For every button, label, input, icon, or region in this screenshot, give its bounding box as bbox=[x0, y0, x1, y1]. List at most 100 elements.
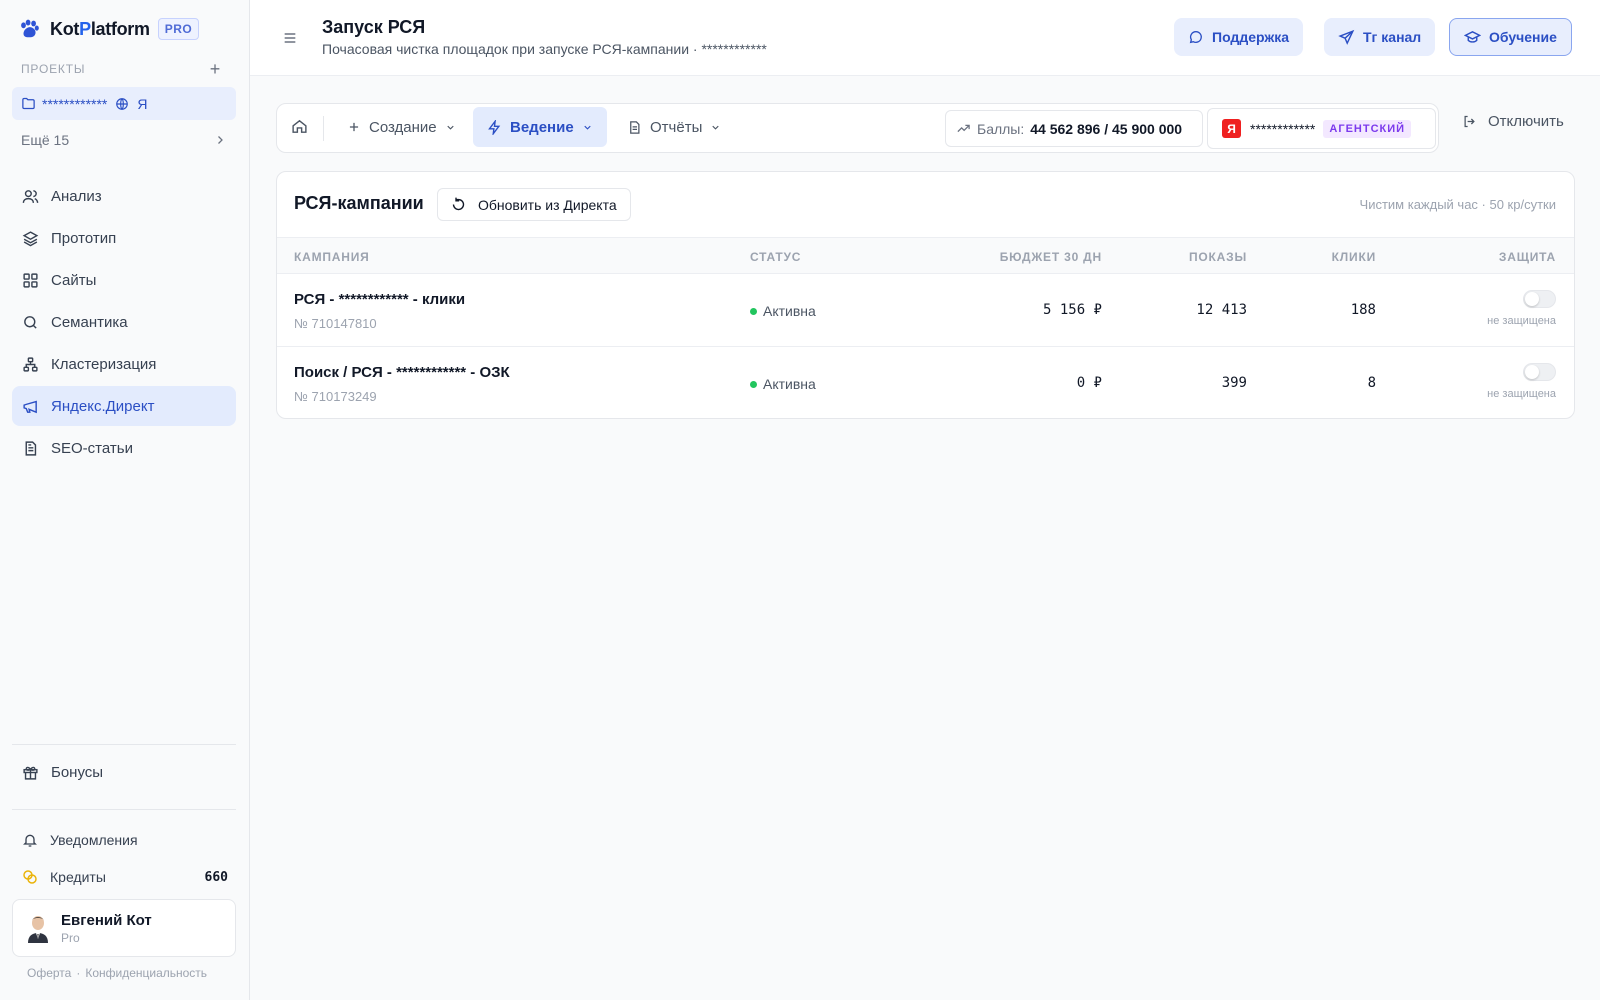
clicks-value: 188 bbox=[1350, 302, 1376, 318]
grid-icon bbox=[23, 272, 38, 288]
sidebar-item-label: SEO-статьи bbox=[51, 439, 133, 457]
status-label: Активна bbox=[763, 376, 816, 392]
account-selector[interactable]: Я ************ АГЕНТСКИЙ bbox=[1207, 108, 1436, 149]
telegram-label: Тг канал bbox=[1363, 29, 1422, 45]
table-row[interactable]: Поиск / РСЯ - ************ - ОЗК № 71017… bbox=[277, 348, 1574, 418]
create-label: Создание bbox=[369, 118, 437, 136]
status-dot bbox=[750, 380, 757, 388]
campaign-id: № 710173249 bbox=[294, 389, 377, 404]
education-button[interactable]: Обучение bbox=[1449, 18, 1572, 56]
home-icon[interactable] bbox=[291, 118, 308, 135]
offer-link[interactable]: Оферта bbox=[27, 966, 71, 980]
sidebar-item-label: Сайты bbox=[51, 271, 97, 289]
projects-heading: ПРОЕКТЫ bbox=[21, 62, 86, 76]
campaign-name[interactable]: Поиск / РСЯ - ************ - ОЗК bbox=[294, 364, 510, 381]
notifications-link[interactable]: Уведомления bbox=[12, 825, 236, 855]
sidebar-item-label: Бонусы bbox=[51, 763, 104, 781]
protection-status: не защищена bbox=[1487, 315, 1556, 327]
credits-link[interactable]: Кредиты 660 bbox=[12, 862, 236, 892]
notifications-label: Уведомления bbox=[50, 832, 138, 848]
balance-label: Баллы: bbox=[977, 120, 1025, 137]
sidebar: KotPlatform PRO ПРОЕКТЫ + ************ Я… bbox=[0, 0, 250, 1000]
protection-toggle[interactable] bbox=[1523, 290, 1556, 308]
column-clicks: КЛИКИ bbox=[1331, 250, 1376, 264]
coins-icon bbox=[23, 870, 37, 884]
current-project[interactable]: ************ Я bbox=[12, 87, 236, 120]
support-button[interactable]: Поддержка bbox=[1174, 18, 1304, 56]
page-subtitle: Почасовая чистка площадок при запуске РС… bbox=[322, 41, 767, 57]
reports-menu[interactable]: Отчёты bbox=[613, 107, 735, 147]
logout-icon bbox=[1464, 115, 1475, 128]
sidebar-item-label: Яндекс.Директ bbox=[51, 397, 155, 415]
column-campaign: КАМПАНИЯ bbox=[294, 250, 370, 264]
sidebar-item-sites[interactable]: Сайты bbox=[12, 260, 236, 300]
column-budget: БЮДЖЕТ 30 ДН bbox=[999, 250, 1102, 264]
page-title: Запуск РСЯ bbox=[322, 17, 426, 37]
paw-logo-icon bbox=[21, 19, 39, 38]
toolbar-divider bbox=[323, 116, 324, 141]
bell-icon bbox=[23, 834, 37, 847]
sidebar-item-semantics[interactable]: Семантика bbox=[12, 302, 236, 342]
table-row[interactable]: РСЯ - ************ - клики № 710147810 А… bbox=[277, 275, 1574, 347]
globe-icon bbox=[116, 97, 129, 110]
disconnect-button[interactable]: Отключить bbox=[1462, 113, 1564, 130]
campaign-id: № 710147810 bbox=[294, 316, 377, 331]
menu-icon[interactable] bbox=[282, 30, 298, 46]
folder-icon bbox=[22, 97, 35, 110]
campaigns-card: РСЯ-кампании Обновить из Директа Чистим … bbox=[276, 171, 1575, 419]
lightning-icon bbox=[488, 119, 501, 135]
more-label: Ещё 15 bbox=[21, 132, 70, 148]
sidebar-item-seo-articles[interactable]: SEO-статьи bbox=[12, 428, 236, 468]
reports-label: Отчёты bbox=[650, 118, 703, 136]
trend-up-icon bbox=[957, 124, 970, 133]
balance-display: Баллы: 44 562 896 / 45 900 000 bbox=[945, 110, 1203, 147]
sidebar-item-prototype[interactable]: Прототип bbox=[12, 218, 236, 258]
brand-name: KotPlatform bbox=[50, 18, 150, 39]
sidebar-item-analysis[interactable]: Анализ bbox=[12, 176, 236, 216]
privacy-link[interactable]: Конфиденциальность bbox=[85, 966, 207, 980]
user-card[interactable]: Евгений Кот Pro bbox=[12, 899, 236, 957]
status-badge: Активна bbox=[750, 376, 816, 392]
sidebar-item-clustering[interactable]: Кластеризация bbox=[12, 344, 236, 384]
support-label: Поддержка bbox=[1212, 29, 1290, 45]
bonus-section: Бонусы bbox=[12, 752, 236, 794]
sidebar-divider bbox=[12, 809, 236, 810]
impressions-value: 12 413 bbox=[1196, 302, 1247, 318]
campaign-name[interactable]: РСЯ - ************ - клики bbox=[294, 291, 465, 308]
graduation-cap-icon bbox=[1464, 30, 1481, 43]
pro-badge: PRO bbox=[157, 18, 200, 40]
sidebar-item-bonuses[interactable]: Бонусы bbox=[12, 752, 236, 792]
more-projects[interactable]: Ещё 15 bbox=[21, 132, 226, 148]
budget-value: 5 156 ₽ bbox=[1042, 302, 1102, 318]
create-menu[interactable]: Создание bbox=[333, 107, 470, 147]
column-impressions: ПОКАЗЫ bbox=[1188, 250, 1247, 264]
credits-count: 660 bbox=[204, 869, 228, 885]
refresh-from-direct-button[interactable]: Обновить из Директа bbox=[437, 188, 631, 221]
protection-toggle[interactable] bbox=[1523, 363, 1556, 381]
status-dot bbox=[750, 307, 757, 315]
campaigns-title: РСЯ-кампании bbox=[294, 193, 424, 213]
users-icon bbox=[22, 189, 39, 203]
clicks-value: 8 bbox=[1367, 375, 1376, 391]
budget-value: 0 ₽ bbox=[1076, 375, 1102, 391]
column-protection: ЗАЩИТА bbox=[1498, 250, 1556, 264]
logo[interactable]: KotPlatform PRO bbox=[18, 16, 200, 42]
manage-menu[interactable]: Ведение bbox=[473, 107, 607, 147]
plus-icon[interactable]: + bbox=[210, 60, 221, 78]
gift-icon bbox=[23, 766, 38, 780]
user-plan: Pro bbox=[61, 930, 80, 945]
yandex-icon: Я bbox=[1222, 119, 1241, 138]
sidebar-divider bbox=[12, 744, 236, 745]
sidebar-item-label: Прототип bbox=[51, 229, 117, 247]
account-name: ************ bbox=[1250, 120, 1316, 137]
chevron-down-icon bbox=[447, 125, 454, 130]
manage-label: Ведение bbox=[510, 118, 574, 136]
refresh-icon bbox=[452, 197, 465, 211]
impressions-value: 399 bbox=[1221, 375, 1247, 391]
column-status: СТАТУС bbox=[750, 250, 802, 264]
disconnect-label: Отключить bbox=[1488, 113, 1564, 130]
layers-icon bbox=[22, 230, 39, 246]
telegram-button[interactable]: Тг канал bbox=[1324, 18, 1436, 56]
status-label: Активна bbox=[763, 303, 816, 319]
sidebar-item-yandex-direct[interactable]: Яндекс.Директ bbox=[12, 386, 236, 426]
